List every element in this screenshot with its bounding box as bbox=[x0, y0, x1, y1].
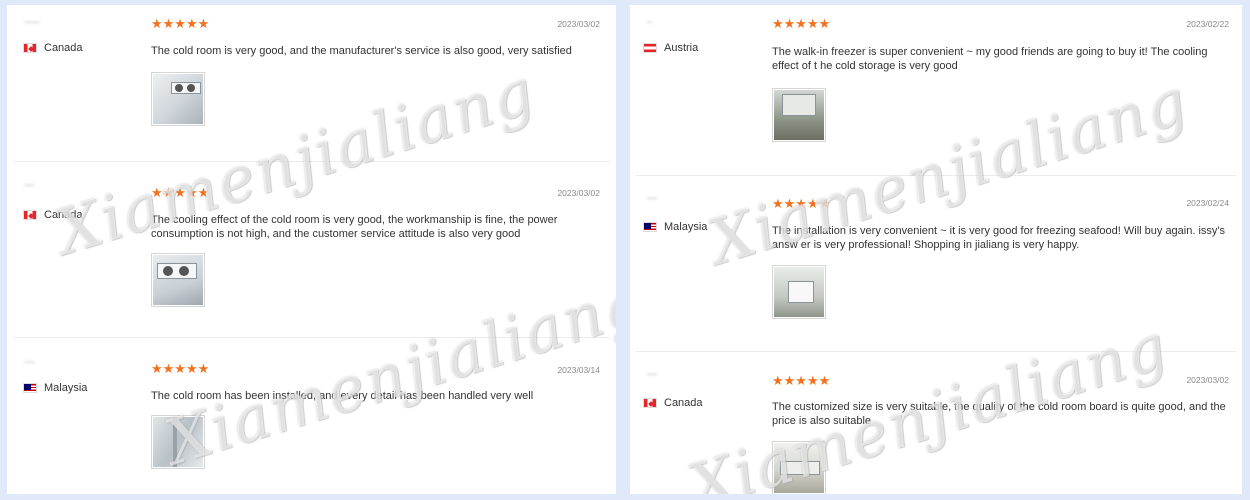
review-text: The cold room has been installed, and ev… bbox=[151, 390, 534, 402]
cold-room-photo bbox=[153, 255, 203, 305]
reviews-panel-left: ~~~ Canada ★★★★★ 2023/03/02 The cold roo… bbox=[7, 5, 616, 494]
austria-flag-icon bbox=[643, 43, 657, 53]
country-label: Malaysia bbox=[44, 382, 88, 394]
review-photo-thumbnail[interactable] bbox=[772, 441, 826, 494]
star-rating: ★★★★★ bbox=[151, 361, 210, 376]
review-photo-thumbnail[interactable] bbox=[151, 415, 205, 469]
review-text: The customized size is very suitable, th… bbox=[772, 401, 1226, 427]
reviewer-name: ~~ bbox=[646, 369, 658, 381]
star-rating: ★★★★★ bbox=[772, 373, 831, 388]
review-item: ~ Austria ★★★★★ 2023/02/22 The walk-in f… bbox=[630, 5, 1242, 175]
reviewer-country: Canada bbox=[643, 397, 703, 409]
review-date: 2023/03/02 bbox=[557, 19, 600, 29]
reviewer-country: Malaysia bbox=[23, 382, 87, 394]
review-photo-thumbnail[interactable] bbox=[772, 88, 826, 142]
canada-flag-icon bbox=[23, 43, 37, 53]
reviewer-country: Austria bbox=[643, 42, 698, 54]
canada-flag-icon bbox=[23, 210, 37, 220]
review-date: 2023/03/14 bbox=[557, 365, 600, 375]
review-date: 2023/02/24 bbox=[1186, 198, 1229, 208]
reviewer-country: Malaysia bbox=[643, 221, 707, 233]
cold-room-photo bbox=[774, 267, 824, 317]
review-date: 2023/03/02 bbox=[1186, 375, 1229, 385]
review-text: The cold room is very good, and the manu… bbox=[151, 45, 572, 57]
cold-room-photo bbox=[153, 417, 203, 467]
reviewer-name: ~ bbox=[646, 17, 653, 29]
malaysia-flag-icon bbox=[23, 383, 37, 393]
malaysia-flag-icon bbox=[643, 222, 657, 232]
country-label: Canada bbox=[44, 209, 83, 221]
review-item: ~~ Malaysia ★★★★★ 2023/03/14 The cold ro… bbox=[7, 345, 616, 494]
review-item: ~~ Canada ★★★★★ 2023/03/02 The cooling e… bbox=[7, 168, 616, 338]
review-item: ~~ Canada ★★★★★ 2023/03/02 The customize… bbox=[630, 357, 1242, 494]
review-item: ~~ Malaysia ★★★★★ 2023/02/24 The install… bbox=[630, 181, 1242, 351]
review-photo-thumbnail[interactable] bbox=[151, 253, 205, 307]
review-photo-thumbnail[interactable] bbox=[151, 72, 205, 126]
cold-room-photo bbox=[153, 74, 203, 124]
star-rating: ★★★★★ bbox=[772, 196, 831, 211]
reviewer-name: ~~ bbox=[23, 357, 35, 369]
country-label: Austria bbox=[664, 42, 699, 54]
review-text: The walk-in freezer is super convenient … bbox=[772, 46, 1208, 72]
country-label: Canada bbox=[664, 397, 703, 409]
country-label: Canada bbox=[44, 42, 83, 54]
review-text: The cooling effect of the cold room is v… bbox=[151, 214, 558, 240]
star-rating: ★★★★★ bbox=[151, 16, 210, 31]
reviews-panel-right: ~ Austria ★★★★★ 2023/02/22 The walk-in f… bbox=[630, 5, 1242, 494]
review-item: ~~~ Canada ★★★★★ 2023/03/02 The cold roo… bbox=[7, 5, 616, 163]
reviewer-name: ~~ bbox=[23, 180, 35, 192]
reviewer-name: ~~ bbox=[646, 193, 658, 205]
review-photo-thumbnail[interactable] bbox=[772, 265, 826, 319]
review-date: 2023/02/22 bbox=[1186, 19, 1229, 29]
country-label: Malaysia bbox=[664, 221, 708, 233]
reviewer-country: Canada bbox=[23, 42, 83, 54]
cold-room-photo bbox=[774, 90, 824, 140]
reviewer-country: Canada bbox=[23, 209, 83, 221]
review-text: The installation is very convenient ~ it… bbox=[772, 225, 1226, 251]
canada-flag-icon bbox=[643, 398, 657, 408]
cold-room-photo bbox=[774, 443, 824, 493]
reviewer-name: ~~~ bbox=[23, 17, 40, 29]
star-rating: ★★★★★ bbox=[151, 185, 210, 200]
review-date: 2023/03/02 bbox=[557, 188, 600, 198]
star-rating: ★★★★★ bbox=[772, 16, 831, 31]
